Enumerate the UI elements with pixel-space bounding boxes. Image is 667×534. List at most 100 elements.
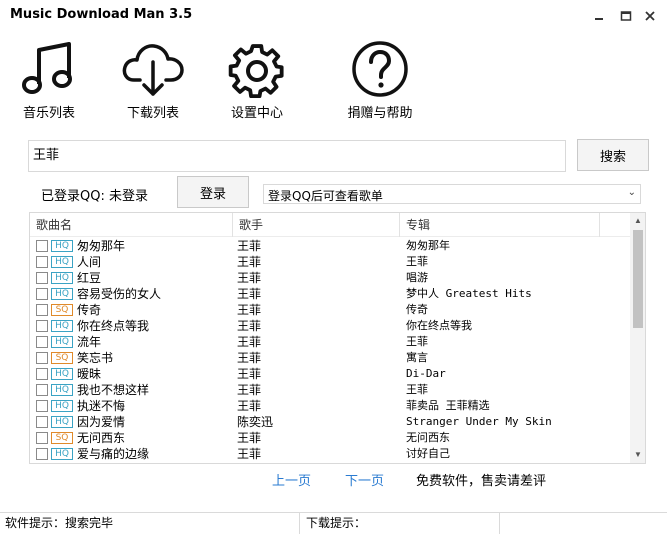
toolbar-music-list[interactable]: 音乐列表 — [18, 40, 80, 121]
song-name: 匆匆那年 — [77, 239, 126, 253]
table-row[interactable]: HQ 暧昧 王菲 Di-Dar — [30, 366, 630, 382]
row-checkbox[interactable] — [36, 400, 48, 412]
artist-name: 王菲 — [237, 287, 262, 301]
row-checkbox[interactable] — [36, 256, 48, 268]
artist-name: 王菲 — [237, 431, 262, 445]
table-row[interactable]: HQ 爱与痛的边缘 王菲 讨好自己 — [30, 446, 630, 462]
row-checkbox[interactable] — [36, 304, 48, 316]
song-name: 容易受伤的女人 — [77, 287, 162, 301]
toolbar-download-list[interactable]: 下载列表 — [118, 40, 188, 121]
toolbar-donate-help[interactable]: 捐赠与帮助 — [340, 40, 420, 121]
quality-badge: HQ — [51, 288, 73, 300]
toolbar-download-list-label: 下载列表 — [126, 106, 179, 121]
toolbar-donate-help-label: 捐赠与帮助 — [347, 106, 413, 121]
table-row[interactable]: SQ 笑忘书 王菲 寓言 — [30, 350, 630, 366]
vertical-scrollbar[interactable]: ▲ ▼ — [630, 213, 645, 463]
song-name: 我也不想这样 — [77, 383, 150, 397]
artist-name: 王菲 — [237, 303, 262, 317]
artist-name: 王菲 — [237, 335, 262, 349]
cloud-download-icon — [122, 44, 184, 96]
song-name: 执迷不悔 — [77, 399, 126, 413]
scroll-down-icon[interactable]: ▼ — [630, 447, 645, 463]
song-list: 歌曲名 歌手 专辑 HQ 匆匆那年 王菲 匆匆那年 HQ 人间 王菲 王菲 HQ 红豆 王菲 唱游 HQ… — [29, 212, 646, 464]
song-name: 暧昧 — [77, 367, 102, 381]
row-checkbox[interactable] — [36, 240, 48, 252]
album-name: 讨好自己 — [406, 447, 450, 460]
song-name: 传奇 — [77, 303, 102, 317]
close-icon[interactable] — [643, 9, 657, 23]
quality-badge: HQ — [51, 400, 73, 412]
search-button[interactable]: 搜索 — [577, 139, 649, 171]
album-name: 菲卖品 王菲精选 — [406, 399, 490, 412]
software-tip: 软件提示：搜索完毕 — [0, 513, 300, 534]
artist-name: 王菲 — [237, 367, 262, 381]
playlist-select-value: 登录QQ后可查看歌单 — [268, 189, 383, 203]
album-name: 匆匆那年 — [406, 239, 450, 252]
question-icon — [352, 41, 408, 97]
row-checkbox[interactable] — [36, 368, 48, 380]
toolbar-music-list-label: 音乐列表 — [22, 106, 75, 121]
table-row[interactable]: SQ 传奇 王菲 传奇 — [30, 302, 630, 318]
playlist-select[interactable]: 登录QQ后可查看歌单 ⌄ — [263, 184, 641, 204]
table-row[interactable]: HQ 我也不想这样 王菲 王菲 — [30, 382, 630, 398]
row-checkbox[interactable] — [36, 352, 48, 364]
column-header-album[interactable]: 专辑 — [400, 213, 600, 237]
song-name: 因为爱情 — [77, 415, 126, 429]
row-checkbox[interactable] — [36, 336, 48, 348]
download-tip: 下载提示： — [301, 513, 500, 534]
artist-name: 王菲 — [237, 383, 262, 397]
column-header-artist[interactable]: 歌手 — [233, 213, 400, 237]
song-name: 笑忘书 — [77, 351, 114, 365]
quality-badge: HQ — [51, 368, 73, 380]
title-bar: Music Download Man 3.5 — [0, 0, 667, 32]
quality-badge: HQ — [51, 272, 73, 284]
table-row[interactable]: HQ 红豆 王菲 唱游 — [30, 270, 630, 286]
album-name: 唱游 — [406, 271, 428, 284]
row-checkbox[interactable] — [36, 272, 48, 284]
album-name: 王菲 — [406, 383, 428, 396]
row-checkbox[interactable] — [36, 320, 48, 332]
song-name: 无问西东 — [77, 431, 126, 445]
row-checkbox[interactable] — [36, 416, 48, 428]
search-input[interactable]: 王菲 — [28, 140, 566, 172]
table-row[interactable]: HQ 因为爱情 陈奕迅 Stranger Under My Skin — [30, 414, 630, 430]
song-rows: HQ 匆匆那年 王菲 匆匆那年 HQ 人间 王菲 王菲 HQ 红豆 王菲 唱游 HQ 容易受伤的女人 王菲梦… — [30, 238, 630, 462]
column-header-song[interactable]: 歌曲名 — [30, 213, 233, 237]
table-row[interactable]: HQ 匆匆那年 王菲 匆匆那年 — [30, 238, 630, 254]
song-name: 红豆 — [77, 271, 102, 285]
row-checkbox[interactable] — [36, 288, 48, 300]
album-name: 无问西东 — [406, 431, 450, 444]
quality-badge: SQ — [51, 304, 73, 316]
prev-page-link[interactable]: 上一页 — [272, 470, 311, 489]
row-checkbox[interactable] — [36, 448, 48, 460]
quality-badge: HQ — [51, 240, 73, 252]
table-row[interactable]: HQ 执迷不悔 王菲 菲卖品 王菲精选 — [30, 398, 630, 414]
status-bar: 软件提示：搜索完毕 下载提示： — [0, 512, 667, 534]
song-name: 流年 — [77, 335, 102, 349]
scrollbar-thumb[interactable] — [633, 230, 643, 328]
quality-badge: SQ — [51, 432, 73, 444]
scroll-up-icon[interactable]: ▲ — [630, 213, 645, 229]
list-header: 歌曲名 歌手 专辑 — [30, 213, 630, 237]
quality-badge: HQ — [51, 384, 73, 396]
table-row[interactable]: HQ 流年 王菲 王菲 — [30, 334, 630, 350]
gear-icon — [228, 44, 284, 98]
login-button[interactable]: 登录 — [177, 176, 249, 208]
artist-name: 王菲 — [237, 399, 262, 413]
music-note-icon — [22, 42, 72, 94]
minimize-icon[interactable] — [592, 9, 606, 23]
artist-name: 王菲 — [237, 319, 262, 333]
promo-text: 免费软件，售卖请差评 — [416, 474, 547, 489]
quality-badge: HQ — [51, 336, 73, 348]
row-checkbox[interactable] — [36, 384, 48, 396]
toolbar-settings[interactable]: 设置中心 — [224, 40, 290, 121]
maximize-icon[interactable] — [619, 9, 633, 23]
album-name: 王菲 — [406, 335, 428, 348]
table-row[interactable]: SQ 无问西东 王菲 无问西东 — [30, 430, 630, 446]
table-row[interactable]: HQ 你在终点等我 王菲 你在终点等我 — [30, 318, 630, 334]
album-name: 你在终点等我 — [406, 319, 472, 332]
row-checkbox[interactable] — [36, 432, 48, 444]
table-row[interactable]: HQ 人间 王菲 王菲 — [30, 254, 630, 270]
next-page-link[interactable]: 下一页 — [345, 470, 384, 489]
table-row[interactable]: HQ 容易受伤的女人 王菲 梦中人 Greatest Hits — [30, 286, 630, 302]
